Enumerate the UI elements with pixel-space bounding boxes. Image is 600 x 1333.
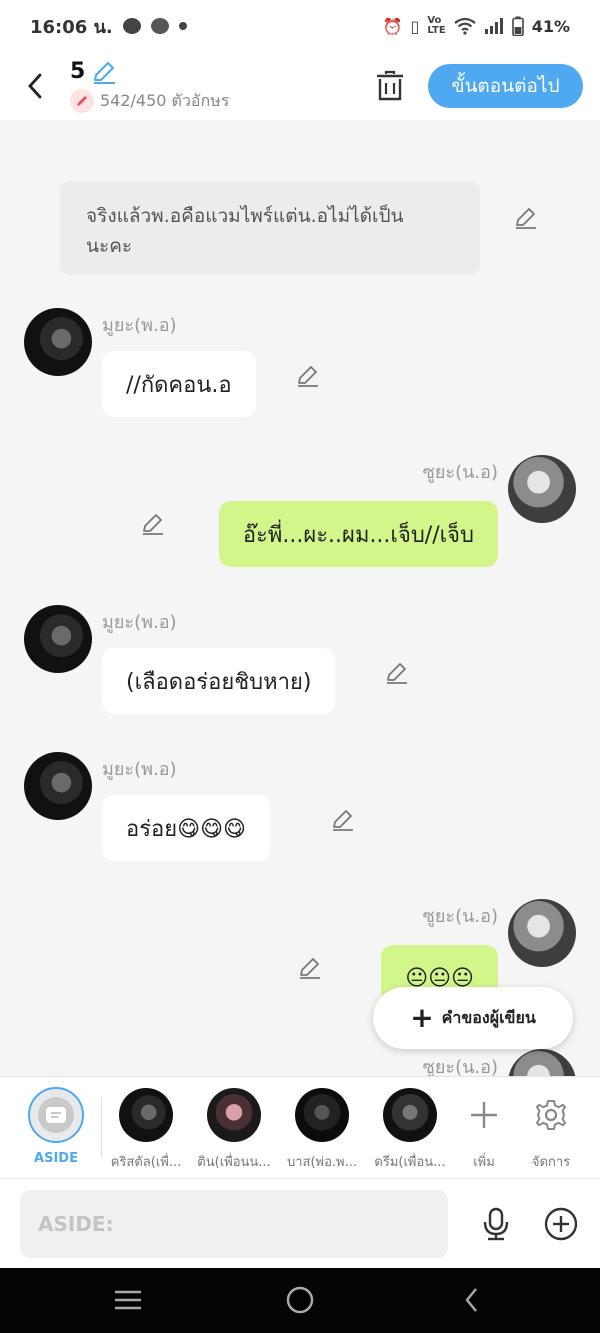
dot-icon <box>178 22 187 30</box>
alarm-icon: ⏰ <box>382 16 403 36</box>
author-note-button[interactable]: + คำของผู้เขียน <box>373 987 573 1049</box>
character-label: ติน(เพื่อนน... <box>197 1155 271 1170</box>
character-aside[interactable]: ASIDE <box>12 1077 100 1179</box>
episode-title-area: 5 542/450 ตัวอักษร <box>70 59 229 114</box>
pencil-edit-icon[interactable] <box>295 363 321 389</box>
character-label: จัดการ <box>531 1155 571 1170</box>
character-bar: ASIDE คริสตัล(เพื่... ติน(เพื่อนน... บาส… <box>0 1076 600 1178</box>
character-label: บาส(พ่อ.พ... <box>286 1155 358 1170</box>
back-button[interactable] <box>0 52 70 120</box>
pencil-badge-icon <box>70 89 94 113</box>
voice-button[interactable] <box>476 1204 516 1244</box>
character-avatar <box>383 1088 437 1142</box>
character-avatar <box>295 1088 349 1142</box>
speaker-name: ซูยะ(น.อ) <box>422 462 498 483</box>
character-count: 542/450 ตัวอักษร <box>100 90 230 110</box>
home-circle-icon <box>286 1286 314 1314</box>
pencil-edit-icon[interactable] <box>513 205 539 231</box>
pencil-edit-title-icon[interactable] <box>91 59 117 85</box>
message-input[interactable] <box>20 1190 448 1258</box>
trash-icon <box>377 70 403 101</box>
character-item[interactable]: ติน(เพื่อนน... <box>190 1077 278 1179</box>
manage-characters-button[interactable]: จัดการ <box>507 1077 595 1179</box>
gear-icon <box>536 1100 566 1130</box>
aside-icon <box>46 1107 66 1123</box>
pencil-edit-icon[interactable] <box>384 660 410 686</box>
speaker-name: มูยะ(พ.อ) <box>102 315 177 336</box>
delete-button[interactable] <box>370 66 410 106</box>
character-item[interactable]: คริสตัล(เพื่... <box>102 1077 190 1179</box>
signal-icon <box>484 18 503 34</box>
next-step-button[interactable]: ขั้นตอนต่อไป <box>428 64 583 108</box>
message-bubble[interactable]: อ๊ะพี่...ผะ..ผม...เจ็บ//เจ็บ <box>218 501 498 567</box>
header: 5 542/450 ตัวอักษร ขั้นตอนต่อไป <box>0 52 600 120</box>
avatar[interactable] <box>508 1049 576 1076</box>
input-bar <box>0 1178 600 1268</box>
pencil-edit-icon[interactable] <box>297 955 323 981</box>
character-label: คริสตัล(เพื่... <box>110 1155 182 1170</box>
pencil-edit-icon[interactable] <box>330 807 356 833</box>
vibrate-icon: ▯ <box>410 16 420 36</box>
avatar[interactable] <box>24 308 92 376</box>
message-bubble[interactable]: (เลือดอร่อยชิบหาย) <box>102 648 336 714</box>
episode-title: 5 <box>70 59 86 84</box>
speaker-name: มูยะ(พ.อ) <box>102 759 177 780</box>
chevron-left-icon <box>28 73 42 99</box>
avatar[interactable] <box>24 752 92 820</box>
menu-icon <box>115 1290 141 1310</box>
plus-icon: + <box>410 1001 434 1034</box>
speaker-name: ซูยะ(น.อ) <box>422 906 498 927</box>
character-label: ASIDE <box>34 1151 78 1166</box>
microphone-icon <box>483 1207 509 1241</box>
system-back-button[interactable] <box>442 1280 502 1320</box>
system-nav-bar <box>0 1268 600 1333</box>
wifi-icon <box>454 17 476 35</box>
aside-avatar <box>28 1087 84 1143</box>
add-media-button[interactable] <box>541 1204 581 1244</box>
avatar[interactable] <box>508 455 576 523</box>
message-bubble[interactable]: อร่อย😋😋😋 <box>102 795 270 861</box>
battery-percent: 41% <box>531 16 570 36</box>
plus-icon <box>471 1102 497 1128</box>
pencil-edit-icon[interactable] <box>140 511 166 537</box>
chat-area[interactable]: จริงแล้วพ.อคือแวมไพร์แต่น.อไม่ได้เป็น นะ… <box>0 120 600 1076</box>
plus-circle-icon <box>544 1207 578 1241</box>
character-item[interactable]: บาส(พ่อ.พ... <box>278 1077 366 1179</box>
volte-icon: Vo LTE <box>427 15 446 36</box>
speaker-name: มูยะ(พ.อ) <box>102 612 177 633</box>
status-bar: 16:06 น. ⏰ ▯ Vo LTE 41% <box>0 0 600 52</box>
messenger-icon <box>150 18 169 34</box>
home-button[interactable] <box>270 1280 330 1320</box>
message-bubble[interactable]: //กัดคอน.อ <box>102 351 256 417</box>
status-time: 16:06 น. <box>30 16 113 38</box>
character-avatar <box>207 1088 261 1142</box>
speaker-name: ซูยะ(น.อ) <box>422 1057 498 1076</box>
author-note-label: คำของผู้เขียน <box>441 1007 536 1027</box>
avatar[interactable] <box>508 899 576 967</box>
recent-apps-button[interactable] <box>98 1280 158 1320</box>
narration-bubble[interactable]: จริงแล้วพ.อคือแวมไพร์แต่น.อไม่ได้เป็น นะ… <box>60 181 480 275</box>
chevron-left-icon <box>465 1288 477 1312</box>
character-avatar <box>119 1088 173 1142</box>
avatar[interactable] <box>24 605 92 673</box>
battery-icon <box>511 16 524 36</box>
chat-bubble-icon <box>122 18 141 34</box>
